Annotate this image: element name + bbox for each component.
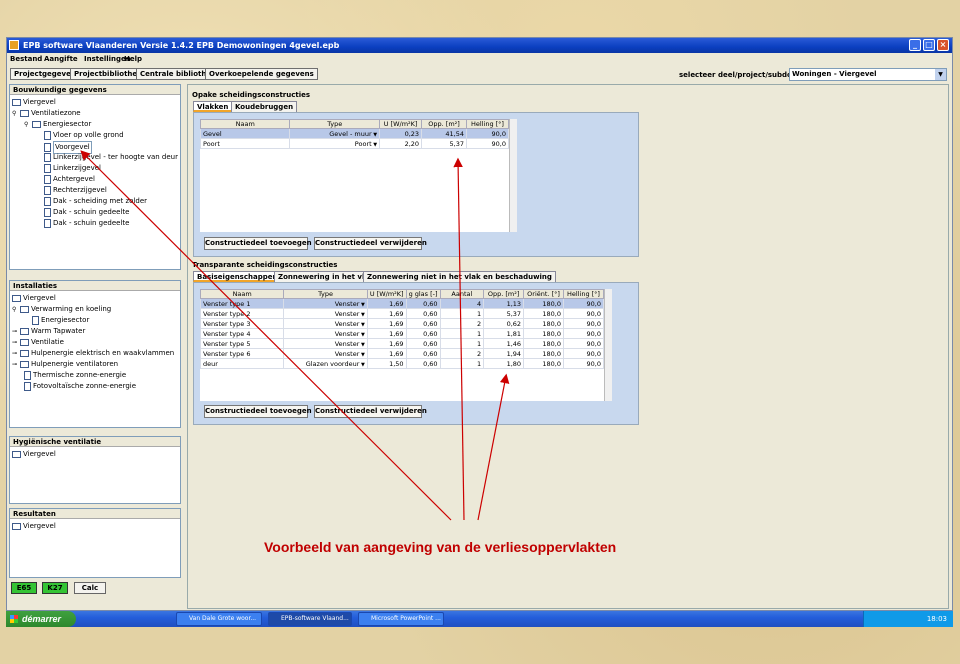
system-tray: 18:03 <box>863 611 953 627</box>
arrow-to-deur-area <box>477 373 510 521</box>
taskbar-item-active[interactable]: EPB-software Vlaand... <box>268 612 352 626</box>
arrow-to-voorgevel <box>80 150 452 521</box>
taskbar: démarrer Van Dale Grote woor... EPB-soft… <box>6 611 953 627</box>
taskbar-item[interactable]: Microsoft PowerPoint ... <box>358 612 444 626</box>
clock: 18:03 <box>926 615 947 623</box>
taskbar-item[interactable]: Van Dale Grote woor... <box>176 612 262 626</box>
caption-text: Voorbeeld van aangeving van de verliesop… <box>264 539 617 555</box>
start-button[interactable]: démarrer <box>6 611 76 627</box>
arrow-to-poort-area <box>453 157 465 521</box>
annotation-arrows <box>80 150 510 521</box>
